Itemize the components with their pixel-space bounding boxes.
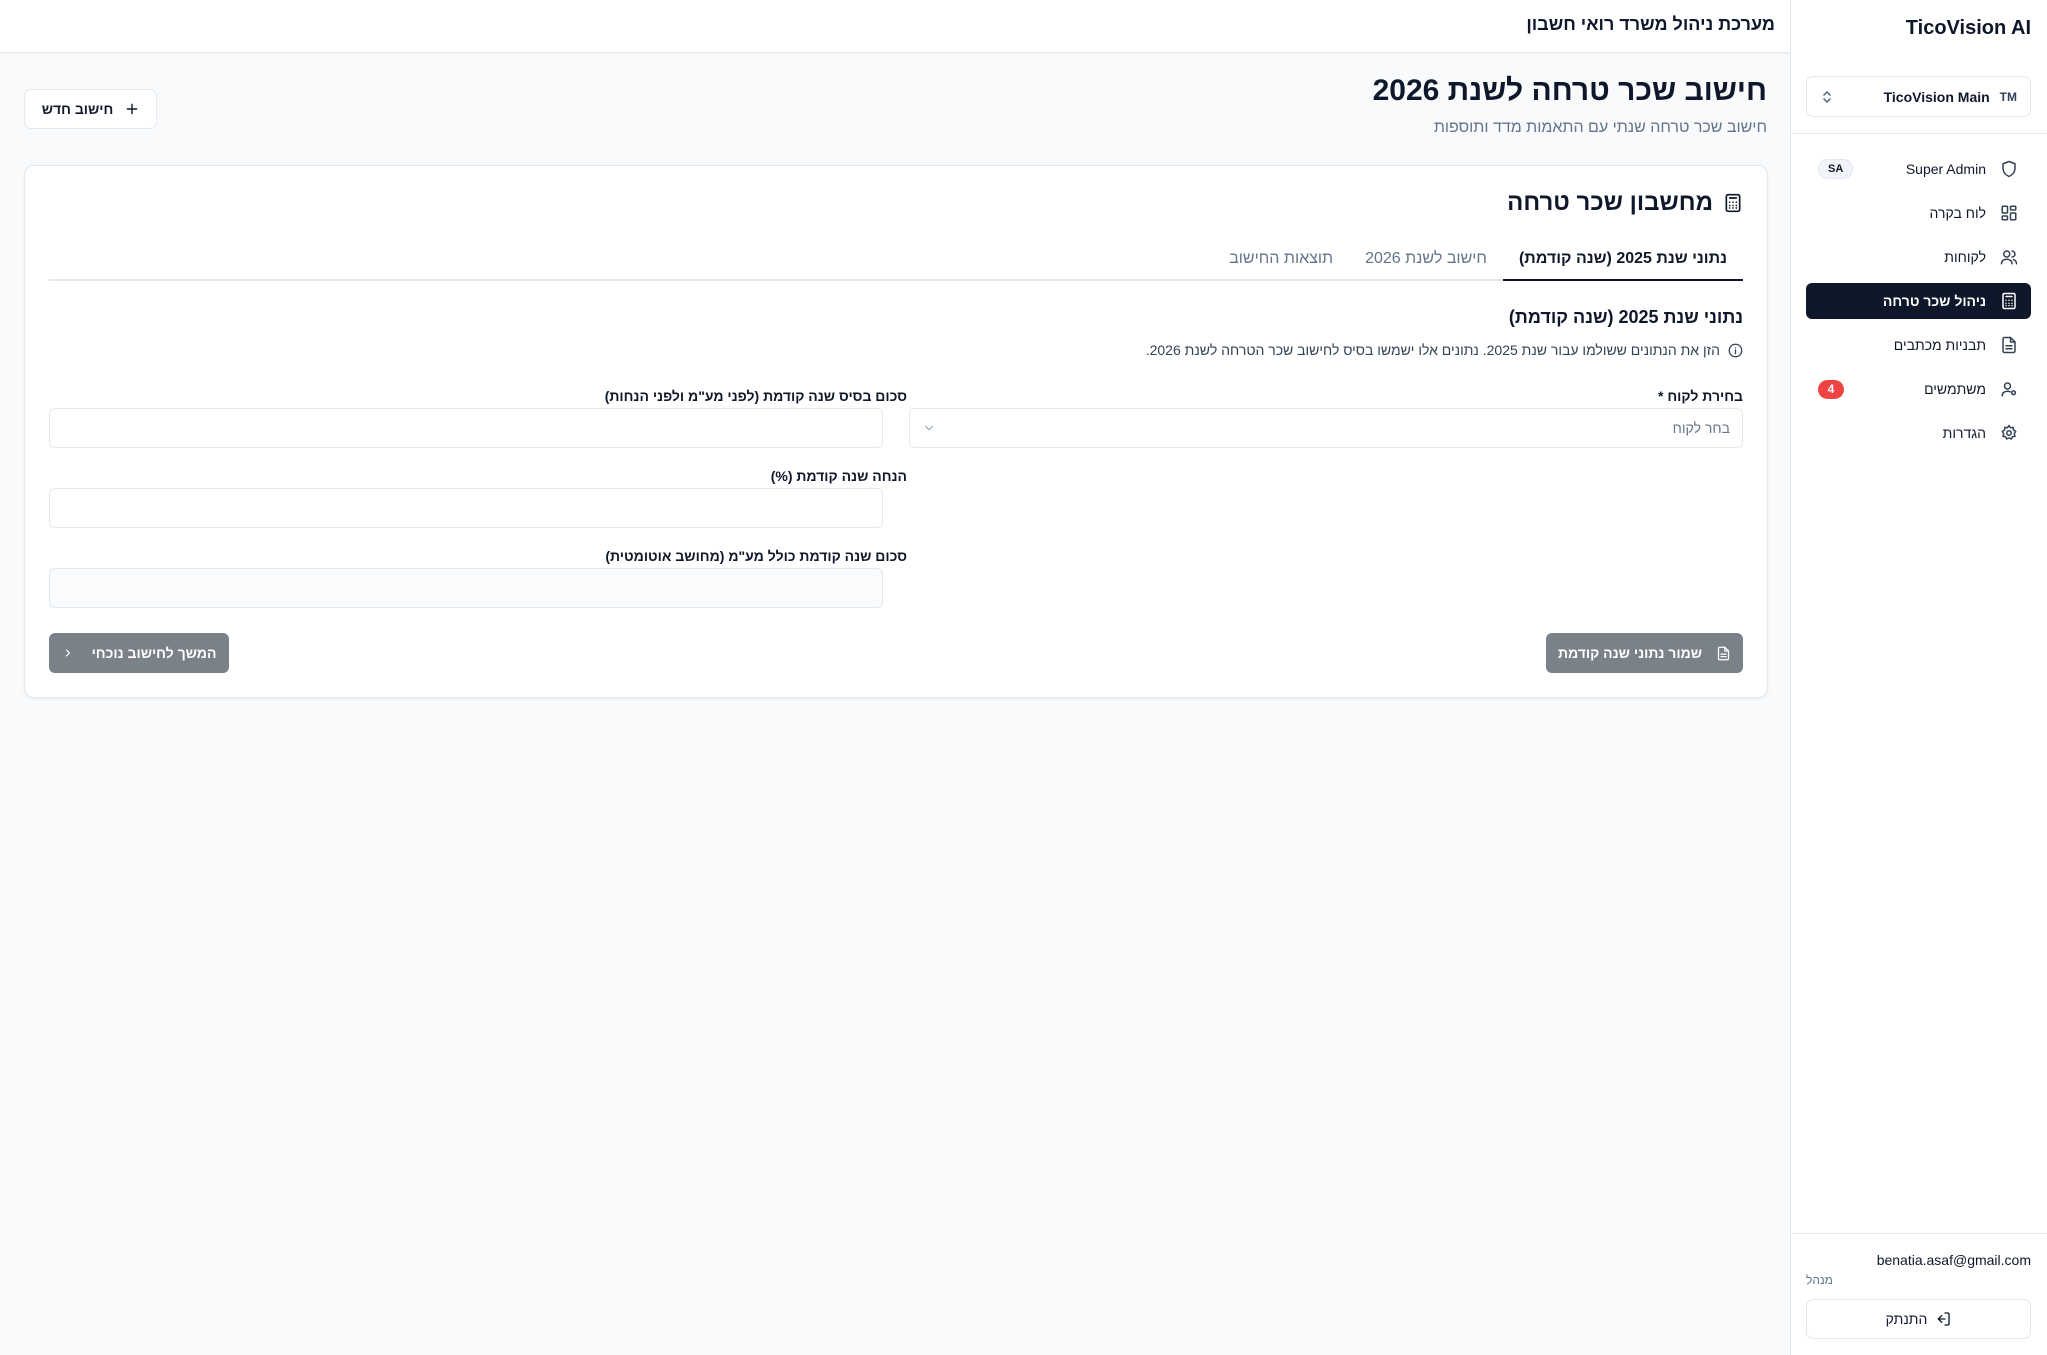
gear-icon (1999, 423, 2019, 443)
sidebar-item-fee-management[interactable]: ניהול שכר טרחה (1806, 283, 2031, 319)
sidebar-item-label: משתמשים (1924, 381, 1986, 397)
sidebar-item-label: ניהול שכר טרחה (1882, 293, 1986, 309)
client-select[interactable]: בחר לקוח (909, 408, 1743, 448)
sidebar-item-letter-templates[interactable]: תבניות מכתבים (1806, 327, 2031, 363)
base-amount-label: סכום בסיס שנה קודמת (לפני מע"מ ולפני הנח… (604, 388, 907, 404)
sidebar-item-clients[interactable]: לקוחות (1806, 239, 2031, 275)
sidebar-item-users[interactable]: משתמשים 4 (1806, 371, 2031, 407)
continue-to-current-button[interactable]: המשך לחישוב נוכחי (49, 633, 229, 673)
section-description-text: הזן את הנתונים ששולמו עבור שנת 2025. נתו… (1145, 342, 1720, 358)
user-email: benatia.asaf@gmail.com (1876, 1252, 2031, 1268)
client-select-label: בחירת לקוח * (1658, 388, 1743, 404)
logout-icon (1935, 1311, 1951, 1327)
current-user: benatia.asaf@gmail.com מנהל (1806, 1252, 2031, 1287)
super-admin-badge: SA (1818, 159, 1854, 179)
calculator-tabs: נתוני שנת 2025 (שנה קודמת) חישוב לשנת 20… (49, 243, 1743, 281)
sidebar-item-label: לקוחות (1944, 249, 1986, 265)
sidebar-item-label: תבניות מכתבים (1893, 337, 1986, 353)
document-icon (1999, 335, 2019, 355)
discount-input[interactable] (49, 488, 883, 528)
sidebar-item-settings[interactable]: הגדרות (1806, 415, 2031, 451)
sidebar-footer-divider (1791, 1233, 2047, 1234)
sidebar-item-dashboard[interactable]: לוח בקרה (1806, 195, 2031, 231)
save-previous-year-button[interactable]: שמור נתוני שנה קודמת (1546, 633, 1743, 673)
system-title: מערכת ניהול משרד רואי חשבון (1526, 14, 1775, 34)
total-with-vat-label: סכום שנה קודמת כולל מע"מ (מחושב אוטומטית… (605, 548, 907, 564)
sidebar-item-label: Super Admin (1905, 161, 1986, 177)
card-title: מחשבון שכר טרחה (1507, 189, 1743, 217)
save-button-label: שמור נתוני שנה קודמת (1557, 645, 1703, 661)
info-icon (1728, 343, 1743, 358)
chevron-down-icon (922, 421, 936, 435)
dashboard-icon (1999, 203, 2019, 223)
calculator-icon (1723, 192, 1743, 214)
sidebar-nav: Super Admin SA לוח בקרה לקוחות ניהול שכר… (1806, 151, 2031, 459)
calculator-icon (1999, 291, 2019, 311)
brand-logo-text: TicoVision AI (1905, 17, 2031, 39)
plus-icon (125, 102, 139, 116)
tenant-initials: TM (1999, 89, 2017, 104)
discount-label: הנחה שנה קודמת (%) (770, 468, 907, 484)
section-description: הזן את הנתונים ששולמו עבור שנת 2025. נתו… (1146, 342, 1743, 358)
tenant-switcher[interactable]: TM TicoVision Main (1806, 76, 2031, 117)
client-select-placeholder: בחר לקוח (1672, 420, 1730, 436)
new-calculation-label: חישוב חדש (41, 101, 114, 117)
user-cog-icon (1999, 379, 2019, 399)
logout-button[interactable]: התנתק (1806, 1299, 2031, 1339)
next-button-label: המשך לחישוב נוכחי (91, 645, 217, 661)
sidebar: TicoVision AI TM TicoVision Main Super A… (1790, 0, 2047, 1355)
page-subtitle: חישוב שכר טרחה שנתי עם התאמות מדד ותוספו… (1433, 119, 1767, 136)
shield-icon (1999, 159, 2019, 179)
total-with-vat-input[interactable] (49, 568, 883, 608)
logout-label: התנתק (1885, 1311, 1928, 1327)
tab-previous-year-data[interactable]: נתוני שנת 2025 (שנה קודמת) (1502, 243, 1743, 281)
chevrons-up-down-icon (1820, 89, 1834, 105)
section-title: נתוני שנת 2025 (שנה קודמת) (1508, 307, 1743, 327)
top-header: מערכת ניהול משרד רואי חשבון (0, 0, 1790, 53)
new-calculation-button[interactable]: חישוב חדש (24, 89, 157, 129)
base-amount-input[interactable] (49, 408, 883, 448)
users-count-badge: 4 (1818, 379, 1844, 399)
fee-calculator-card: מחשבון שכר טרחה נתוני שנת 2025 (שנה קודמ… (24, 165, 1768, 698)
users-icon (1999, 247, 2019, 267)
sidebar-item-label: לוח בקרה (1929, 205, 1986, 221)
sidebar-item-label: הגדרות (1942, 425, 1986, 441)
page-title: חישוב שכר טרחה לשנת 2026 (1372, 74, 1767, 107)
tenant-name: TicoVision Main (1883, 88, 1990, 105)
user-role: מנהל (1806, 1273, 1833, 1287)
sidebar-divider (1791, 133, 2047, 134)
document-icon (1716, 646, 1731, 661)
card-title-text: מחשבון שכר טרחה (1507, 189, 1713, 216)
tab-calculation-2026[interactable]: חישוב לשנת 2026 (1349, 243, 1503, 281)
chevron-left-icon (62, 647, 74, 659)
tab-calculation-results[interactable]: תוצאות החישוב (1213, 243, 1349, 281)
sidebar-item-super-admin[interactable]: Super Admin SA (1806, 151, 2031, 187)
